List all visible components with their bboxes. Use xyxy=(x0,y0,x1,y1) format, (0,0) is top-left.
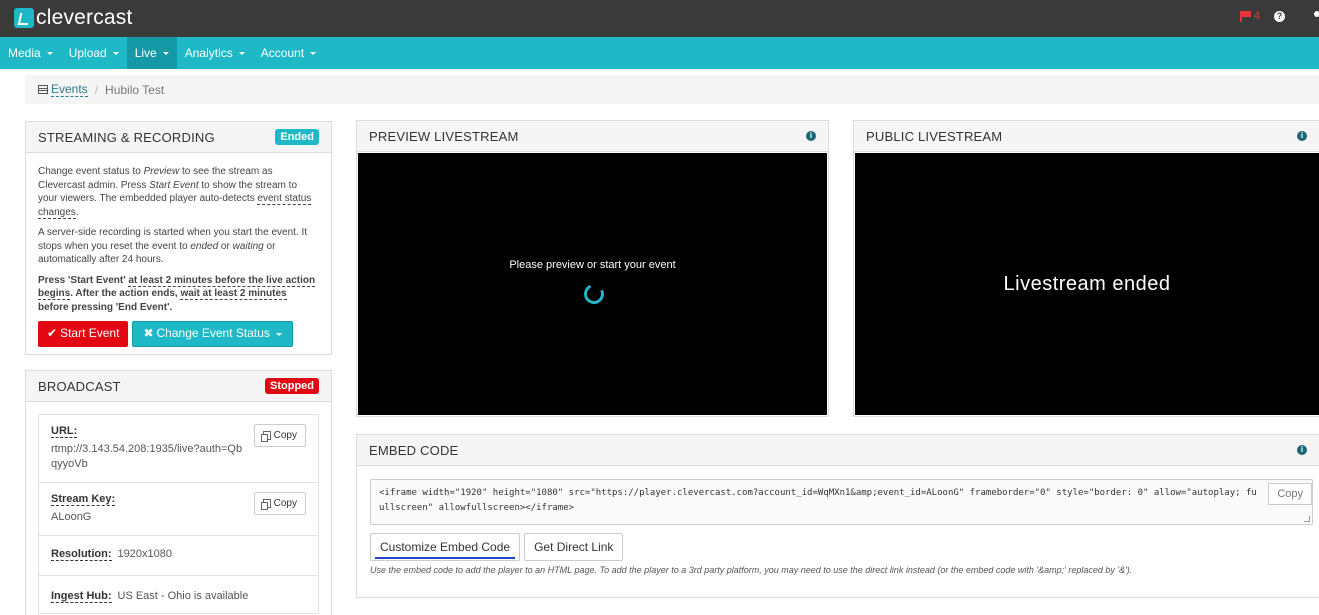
x-icon: ✖ xyxy=(143,326,154,341)
main-nav: Media Upload Live Analytics Account xyxy=(0,37,1319,69)
notification-count: 4 xyxy=(1253,10,1260,22)
embed-help-text: Use the embed code to add the player to … xyxy=(370,565,1133,575)
top-bar: clevercast 4 ? xyxy=(0,0,1319,37)
panel-header: EMBED CODE i xyxy=(357,435,1319,466)
preview-video-player[interactable]: Please preview or start your event xyxy=(358,153,827,415)
preview-message: Please preview or start your event xyxy=(509,259,676,271)
caret-down-icon xyxy=(310,51,317,55)
panel-title: PUBLIC LIVESTREAM xyxy=(866,128,1003,144)
help-icon[interactable]: ? xyxy=(1274,10,1285,22)
streaming-description: Change event status to Preview to see th… xyxy=(26,153,331,347)
resolution-field: Resolution: 1920x1080 xyxy=(38,536,319,576)
copy-stream-key-button[interactable]: Copy xyxy=(253,492,306,515)
stream-key-field: Stream Key: ALoonG Copy xyxy=(38,483,319,536)
resolution-label: Resolution: xyxy=(51,548,112,561)
breadcrumb-events-link[interactable]: Events xyxy=(51,82,88,97)
livestream-ended-message: Livestream ended xyxy=(1003,273,1171,295)
status-badge-ended: Ended xyxy=(275,129,319,145)
ingest-hub-field: Ingest Hub: US East - Ohio is available xyxy=(38,576,319,614)
preview-livestream-panel: PREVIEW LIVESTREAM i Please preview or s… xyxy=(356,120,829,417)
embed-code-line: ullscreen" allowfullscreen></iframe> xyxy=(379,503,575,513)
notifications[interactable]: 4 xyxy=(1239,10,1260,22)
panel-header: PUBLIC LIVESTREAM i xyxy=(854,121,1319,152)
copy-url-button[interactable]: Copy xyxy=(253,424,306,447)
caret-down-icon xyxy=(46,51,53,55)
nav-media[interactable]: Media xyxy=(0,37,61,69)
copy-icon xyxy=(260,499,271,510)
get-direct-link-button[interactable]: Get Direct Link xyxy=(524,533,624,561)
change-event-status-button[interactable]: ✖ Change Event Status xyxy=(132,321,293,347)
panel-title: EMBED CODE xyxy=(369,442,459,458)
nav-account[interactable]: Account xyxy=(253,37,324,69)
stream-key-label: Stream Key: xyxy=(51,493,116,506)
breadcrumb-current: Hubilo Test xyxy=(105,82,165,97)
panel-title: PREVIEW LIVESTREAM xyxy=(369,128,519,144)
caret-down-icon xyxy=(162,51,169,55)
resolution-value: 1920x1080 xyxy=(117,548,172,560)
caret-down-icon xyxy=(112,51,119,55)
info-icon[interactable]: i xyxy=(1297,131,1307,141)
status-badge-stopped: Stopped xyxy=(265,378,319,394)
url-field: URL: rtmp://3.143.54.208:1935/live?auth=… xyxy=(38,414,319,483)
embed-code-line: <iframe width="1920" height="1080" src="… xyxy=(379,488,1257,498)
embed-code-panel: EMBED CODE i <iframe width="1920" height… xyxy=(356,434,1319,598)
public-video-player[interactable]: Livestream ended xyxy=(855,153,1319,415)
panel-title: BROADCAST xyxy=(38,378,121,394)
status-help-text: Change event status to Preview to see th… xyxy=(38,166,312,219)
copy-icon xyxy=(260,431,271,442)
panel-header: BROADCAST Stopped xyxy=(26,371,331,402)
nav-live[interactable]: Live xyxy=(126,37,177,69)
logo-text: clevercast xyxy=(36,6,133,29)
ingest-hub-value: US East - Ohio is available xyxy=(117,590,249,602)
copy-embed-code-button[interactable]: Copy xyxy=(1268,483,1312,505)
ingest-hub-label: Ingest Hub: xyxy=(51,590,112,603)
check-icon: ✔ xyxy=(47,326,58,341)
breadcrumb: Events / Hubilo Test xyxy=(25,75,1319,104)
info-icon[interactable]: i xyxy=(806,131,816,141)
nav-upload[interactable]: Upload xyxy=(61,37,127,69)
timing-warning-text: Press 'Start Event' at least 2 minutes b… xyxy=(38,274,316,313)
url-value: rtmp://3.143.54.208:1935/live?auth=Qbqyy… xyxy=(51,443,243,470)
caret-down-icon xyxy=(238,51,245,55)
clevercast-logo[interactable]: clevercast xyxy=(14,6,133,30)
breadcrumb-separator: / xyxy=(94,82,99,97)
public-livestream-panel: PUBLIC LIVESTREAM i Livestream ended xyxy=(853,120,1319,417)
flag-icon xyxy=(1239,11,1251,22)
loading-spinner-icon xyxy=(581,281,607,307)
table-icon xyxy=(38,85,48,94)
resize-handle[interactable] xyxy=(1304,516,1310,522)
broadcast-panel: BROADCAST Stopped URL: rtmp://3.143.54.2… xyxy=(25,370,332,615)
caret-down-icon xyxy=(275,332,282,336)
embed-code-textarea[interactable]: <iframe width="1920" height="1080" src="… xyxy=(370,479,1313,525)
nav-analytics[interactable]: Analytics xyxy=(177,37,253,69)
logo-icon xyxy=(14,8,34,28)
start-event-button[interactable]: ✔ Start Event xyxy=(38,321,129,347)
user-menu-icon[interactable] xyxy=(1311,10,1319,22)
panel-header: STREAMING & RECORDING Ended xyxy=(26,122,331,153)
streaming-recording-panel: STREAMING & RECORDING Ended Change event… xyxy=(25,121,332,355)
panel-title: STREAMING & RECORDING xyxy=(38,129,215,145)
info-icon[interactable]: i xyxy=(1297,445,1307,455)
customize-embed-code-button[interactable]: Customize Embed Code xyxy=(370,533,521,561)
url-label: URL: xyxy=(51,425,78,438)
recording-help-text: A server-side recording is started when … xyxy=(38,227,308,265)
panel-header: PREVIEW LIVESTREAM i xyxy=(357,121,828,152)
